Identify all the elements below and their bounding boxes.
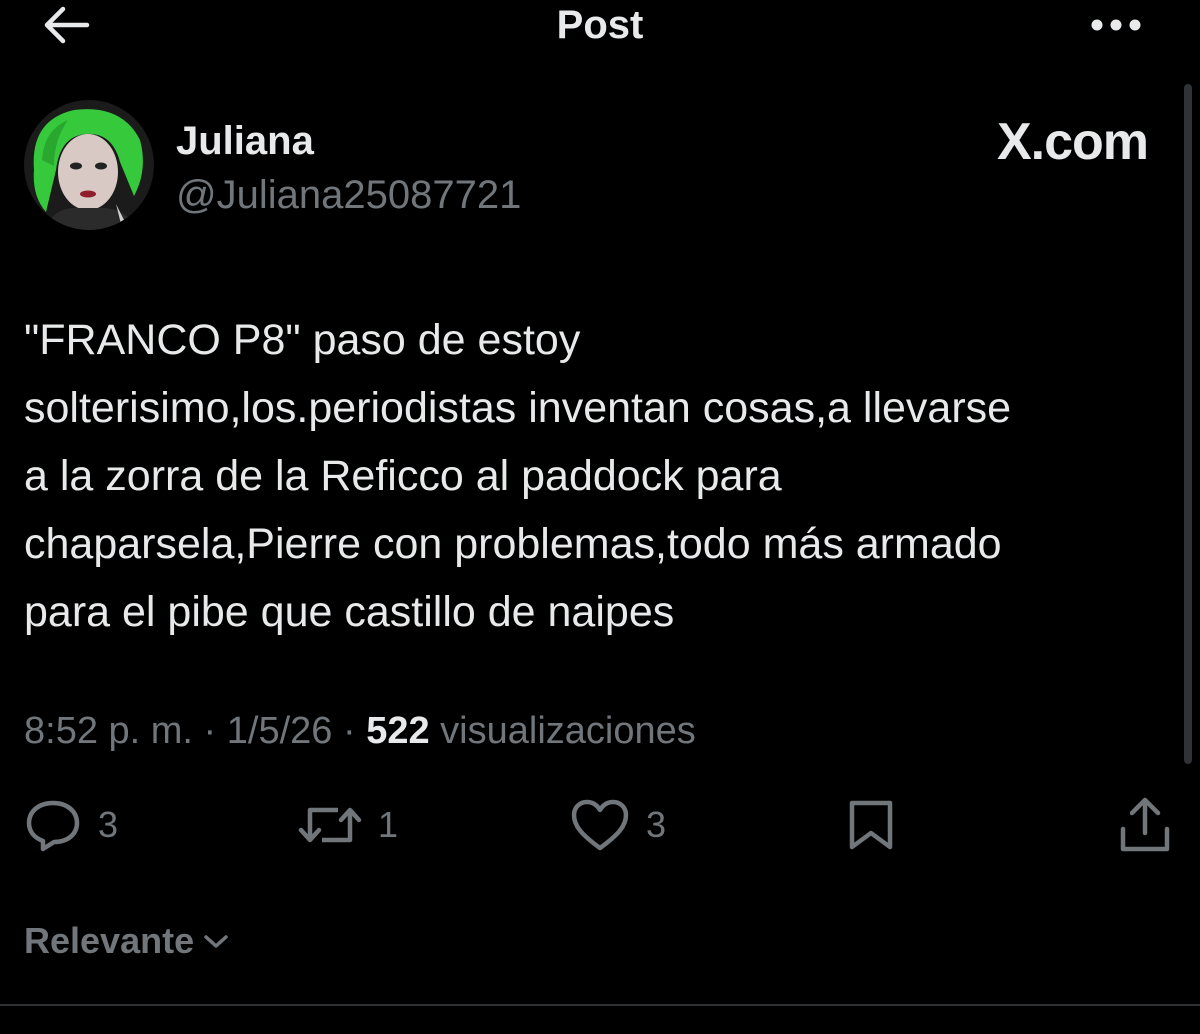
- like-count: 3: [646, 804, 667, 845]
- more-button[interactable]: [1088, 8, 1144, 42]
- heart-icon: [571, 799, 629, 851]
- chevron-down-icon: [204, 935, 228, 948]
- page-title: Post: [556, 3, 644, 47]
- author-display-name[interactable]: Juliana: [176, 118, 314, 164]
- post-date: 1/5/26: [226, 710, 333, 752]
- watermark: X.com: [996, 113, 1149, 171]
- scrollbar[interactable]: [1184, 84, 1192, 764]
- meta-separator: ·: [332, 710, 367, 752]
- post-meta: 8:52 p. m. · 1/5/26 · 522 visualizacione…: [24, 706, 696, 756]
- share-button[interactable]: [1118, 790, 1172, 860]
- meta-separator: ·: [192, 710, 227, 752]
- repost-count: 1: [378, 804, 399, 845]
- avatar-image: [24, 100, 154, 230]
- action-bar: 3 1 3: [0, 790, 1200, 860]
- sort-dropdown[interactable]: Relevante: [24, 916, 230, 966]
- sort-label: Relevante: [24, 920, 195, 961]
- repost-button[interactable]: 1: [298, 790, 398, 860]
- avatar[interactable]: [24, 100, 154, 230]
- post-text: "FRANCO P8" paso de estoy solterisimo,lo…: [24, 316, 1012, 636]
- divider: [0, 1004, 1200, 1006]
- author-handle[interactable]: @Juliana25087721: [176, 172, 521, 218]
- reply-button[interactable]: 3: [24, 790, 118, 860]
- views-label: visualizaciones: [429, 710, 696, 752]
- reply-count: 3: [98, 804, 119, 845]
- top-bar: Post: [0, 0, 1200, 58]
- bookmark-icon: [849, 800, 893, 850]
- bookmark-button[interactable]: [846, 790, 896, 860]
- post-time: 8:52 p. m.: [24, 710, 193, 752]
- repost-icon: [298, 807, 362, 843]
- views-count: 522: [366, 710, 430, 752]
- reply-icon: [26, 800, 80, 852]
- more-horizontal-icon: [1091, 19, 1141, 31]
- share-icon: [1120, 797, 1170, 852]
- like-button[interactable]: 3: [570, 790, 666, 860]
